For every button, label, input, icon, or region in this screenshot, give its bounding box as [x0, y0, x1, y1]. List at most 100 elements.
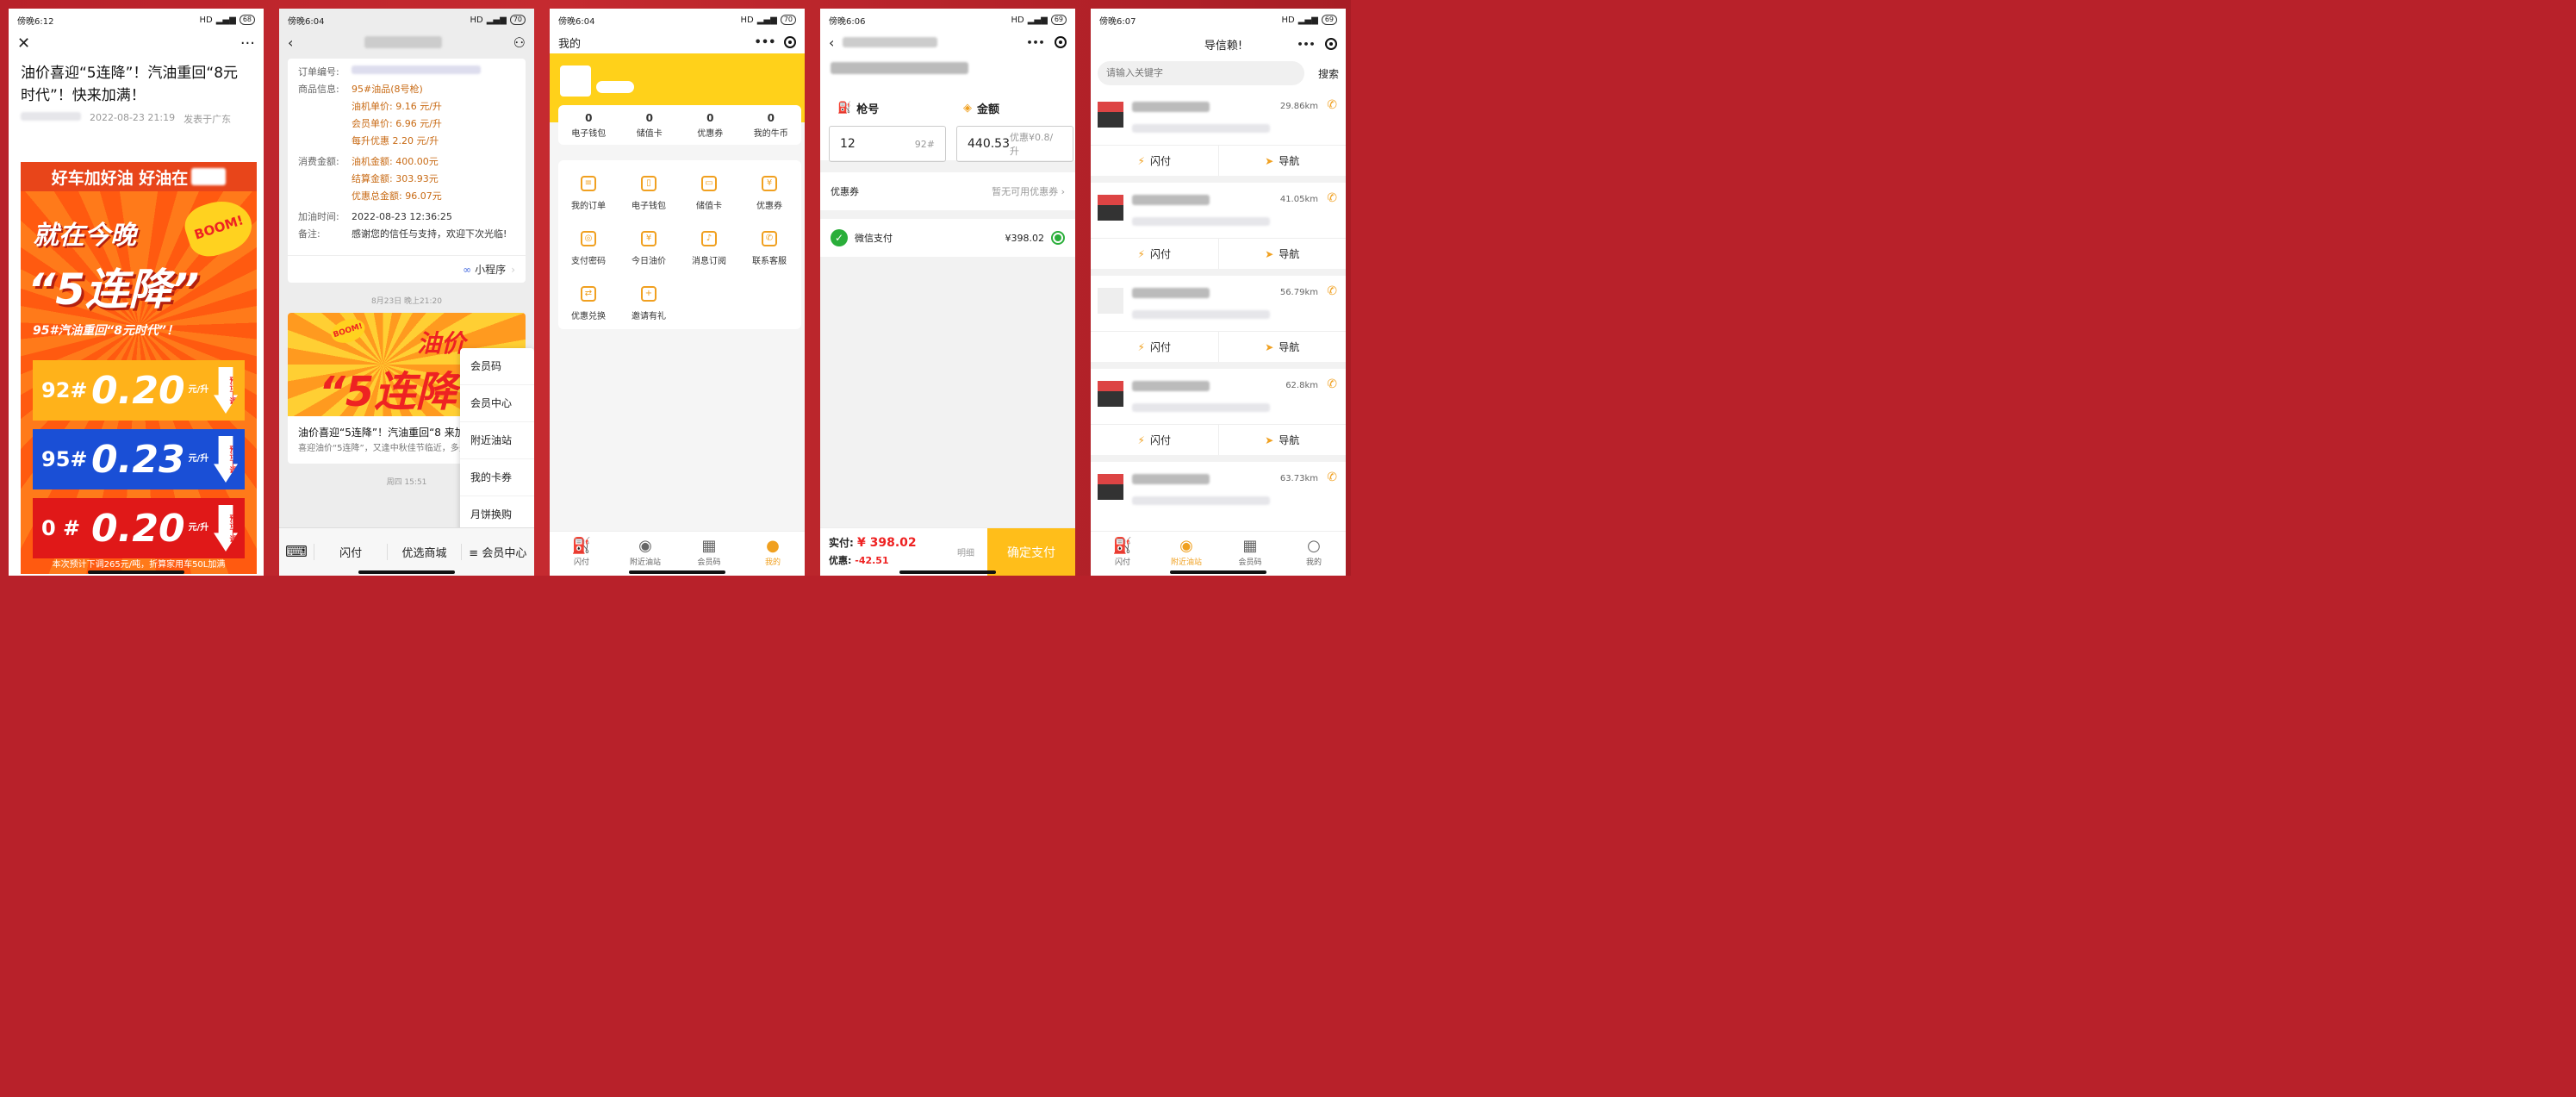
tab-mine[interactable]: ○ 我的 [1282, 532, 1346, 576]
station-item[interactable]: 41.05km ✆ ⚡ 闪付 ➤ 导航 [1091, 183, 1346, 269]
popup-menu: 会员码 会员中心 附近油站 我的卡券 月饼换购 [460, 348, 534, 533]
confirm-pay-button[interactable]: 确定支付 [987, 528, 1075, 576]
grid-price[interactable]: ¥ 今日油价 [619, 221, 679, 276]
flash-pay-button[interactable]: ⚡ 闪付 [1091, 425, 1218, 455]
qr-icon: ▦ [1242, 537, 1258, 555]
tab-bar: ⛽ 闪付 ◉ 附近油站 ▦ 会员码 ○ 我的 [1091, 531, 1346, 576]
pay-total: ¥ 398.02 [857, 536, 917, 550]
more-icon[interactable]: ··· [240, 34, 255, 53]
boom-badge: BOOM! [179, 192, 258, 263]
mini-program-link[interactable]: ∞ 小程序 › [288, 255, 526, 283]
detail-toggle[interactable]: 明细 [944, 528, 987, 576]
order-row: 会员单价: 6.96 元/升 [352, 118, 442, 129]
back-icon[interactable]: ‹ [288, 34, 293, 51]
poster-line1: 就在今晚 [33, 221, 136, 251]
amount-input[interactable]: 440.53 优惠¥0.8/升 [956, 126, 1073, 162]
grid-wallet[interactable]: ▯ 电子钱包 [619, 165, 679, 221]
amount-label: ◈ 金额 [963, 102, 1000, 116]
station-distance: 62.8km [1285, 381, 1318, 390]
station-item[interactable]: 29.86km ✆ ⚡ 闪付 ➤ 导航 [1091, 90, 1346, 176]
tab-member-code[interactable]: ▦ 会员码 [1218, 532, 1282, 576]
flash-pay-button[interactable]: ⚡ 闪付 [1091, 332, 1218, 362]
menu-item-my-coupons[interactable]: 我的卡券 [460, 459, 534, 496]
close-mini-icon[interactable] [1055, 36, 1067, 48]
grid-password[interactable]: ◎ 支付密码 [558, 221, 619, 276]
navigate-button[interactable]: ➤ 导航 [1217, 332, 1347, 362]
qr-icon: ▦ [701, 537, 717, 555]
radio-selected[interactable] [1051, 231, 1065, 245]
lightning-icon: ⚡ [1137, 247, 1145, 260]
menu-item-member-center[interactable]: 会员中心 [460, 385, 534, 422]
avatar[interactable] [560, 65, 591, 97]
price-icon: ¥ [641, 230, 656, 246]
order-row: 订单编号: [288, 64, 526, 81]
tab-nearby[interactable]: ◉ 附近油站 [1154, 532, 1218, 576]
grid-service[interactable]: ✆ 联系客服 [739, 221, 800, 276]
menu-flash-pay[interactable]: 闪付 [314, 544, 387, 560]
order-card[interactable]: 订单编号: 商品信息: 95#油品(8号枪) 油机单价: 9.16 元/升 会员单… [288, 59, 526, 283]
stat-card[interactable]: 0 储值卡 [619, 105, 681, 145]
search-input[interactable] [1098, 61, 1304, 85]
chat-menu-bar: ⌨ 闪付 优选商城 ≡ 会员中心 [279, 527, 534, 576]
navigate-button[interactable]: ➤ 导航 [1217, 146, 1347, 176]
tab-flash-pay[interactable]: ⛽ 闪付 [1091, 532, 1154, 576]
menu-item-member-code[interactable]: 会员码 [460, 348, 534, 385]
close-mini-icon[interactable] [1325, 38, 1337, 50]
order-row: 备注: 感谢您的信任与支持，欢迎下次光临! [298, 228, 507, 240]
profile-icon[interactable]: ⚇ [513, 34, 526, 51]
poster-line3: 95#汽油重回“8元时代”！ [33, 324, 178, 338]
stat-coupon[interactable]: 0 优惠券 [680, 105, 741, 145]
grid-invite[interactable]: + 邀请有礼 [619, 276, 679, 331]
tab-member-code[interactable]: ▦ 会员码 [677, 532, 741, 576]
gift-icon: + [641, 285, 656, 302]
page-title: 导信赖! [1204, 39, 1243, 53]
navigate-button[interactable]: ➤ 导航 [1217, 239, 1347, 269]
phone-icon: ✆ [1327, 191, 1337, 205]
more-icon[interactable]: ••• [755, 36, 776, 49]
menu-item-nearby-station[interactable]: 附近油站 [460, 422, 534, 459]
grid-exchange[interactable]: ⇄ 优惠兑换 [558, 276, 619, 331]
more-icon[interactable]: ••• [1025, 36, 1046, 48]
order-row: 商品信息: 95#油品(8号枪) [298, 84, 423, 95]
stat-coins[interactable]: 0 我的牛币 [741, 105, 802, 145]
navigation-icon: ➤ [1265, 433, 1274, 446]
user-icon: ○ [1307, 537, 1321, 555]
price-row-0: 0 #0.20 元/升 预计下调 [33, 498, 245, 558]
more-icon[interactable]: ••• [1296, 38, 1316, 50]
phone-icon: ✆ [1327, 377, 1337, 391]
promo-poster: 好车加好油 好油在 就在今晚 BOOM! “5连降” 95#汽油重回“8元时代”… [21, 162, 258, 574]
flash-pay-button[interactable]: ⚡ 闪付 [1091, 146, 1218, 176]
navigate-button[interactable]: ➤ 导航 [1217, 425, 1347, 455]
wechat-pay-row[interactable]: ✓ 微信支付 ¥398.02 [820, 219, 1075, 257]
station-item[interactable]: 62.8km ✆ ⚡ 闪付 ➤ 导航 [1091, 369, 1346, 455]
menu-member-center[interactable]: ≡ 会员中心 [460, 544, 534, 560]
menu-mall[interactable]: 优选商城 [387, 544, 460, 560]
gun-input[interactable]: 12 92# [829, 126, 946, 162]
stat-wallet[interactable]: 0 电子钱包 [558, 105, 619, 145]
location-icon: ◉ [1179, 537, 1193, 555]
order-row: 优惠总金额: 96.07元 [352, 190, 442, 202]
function-grid: ≡ 我的订单 ▯ 电子钱包 ▭ 储值卡 ¥ 优惠券 ◎ 支付密码 ¥ 今日油价 ♪ 消息订阅 … [558, 160, 801, 329]
close-icon[interactable]: ✕ [17, 34, 30, 53]
keyboard-icon[interactable]: ⌨ [279, 543, 314, 561]
flash-pay-button[interactable]: ⚡ 闪付 [1091, 239, 1218, 269]
tab-flash-pay[interactable]: ⛽ 闪付 [550, 532, 613, 576]
close-mini-icon[interactable] [784, 36, 796, 48]
grid-card[interactable]: ▭ 储值卡 [679, 165, 739, 221]
tab-nearby[interactable]: ◉ 附近油站 [613, 532, 677, 576]
station-name-blurred [843, 37, 938, 47]
grid-orders[interactable]: ≡ 我的订单 [558, 165, 619, 221]
tab-mine[interactable]: ● 我的 [741, 532, 805, 576]
article-title: 油价喜迎“5连降”！汽油重回“8元时代”！快来加满！ [21, 65, 239, 104]
search-button[interactable]: 搜索 [1304, 66, 1339, 81]
station-logo [1098, 474, 1123, 500]
home-indicator [629, 570, 725, 574]
grid-coupon[interactable]: ¥ 优惠券 [739, 165, 800, 221]
coupon-row[interactable]: 优惠券 暂无可用优惠券 › [820, 172, 1075, 210]
search-bar: 搜索 [1091, 57, 1346, 90]
timestamp: 8月23日 晚上21:20 [371, 297, 442, 306]
back-icon[interactable]: ‹ [829, 34, 834, 51]
station-item[interactable]: 56.79km ✆ ⚡ 闪付 ➤ 导航 [1091, 276, 1346, 362]
nozzle-icon: ⛽ [837, 102, 852, 115]
grid-subscribe[interactable]: ♪ 消息订阅 [679, 221, 739, 276]
